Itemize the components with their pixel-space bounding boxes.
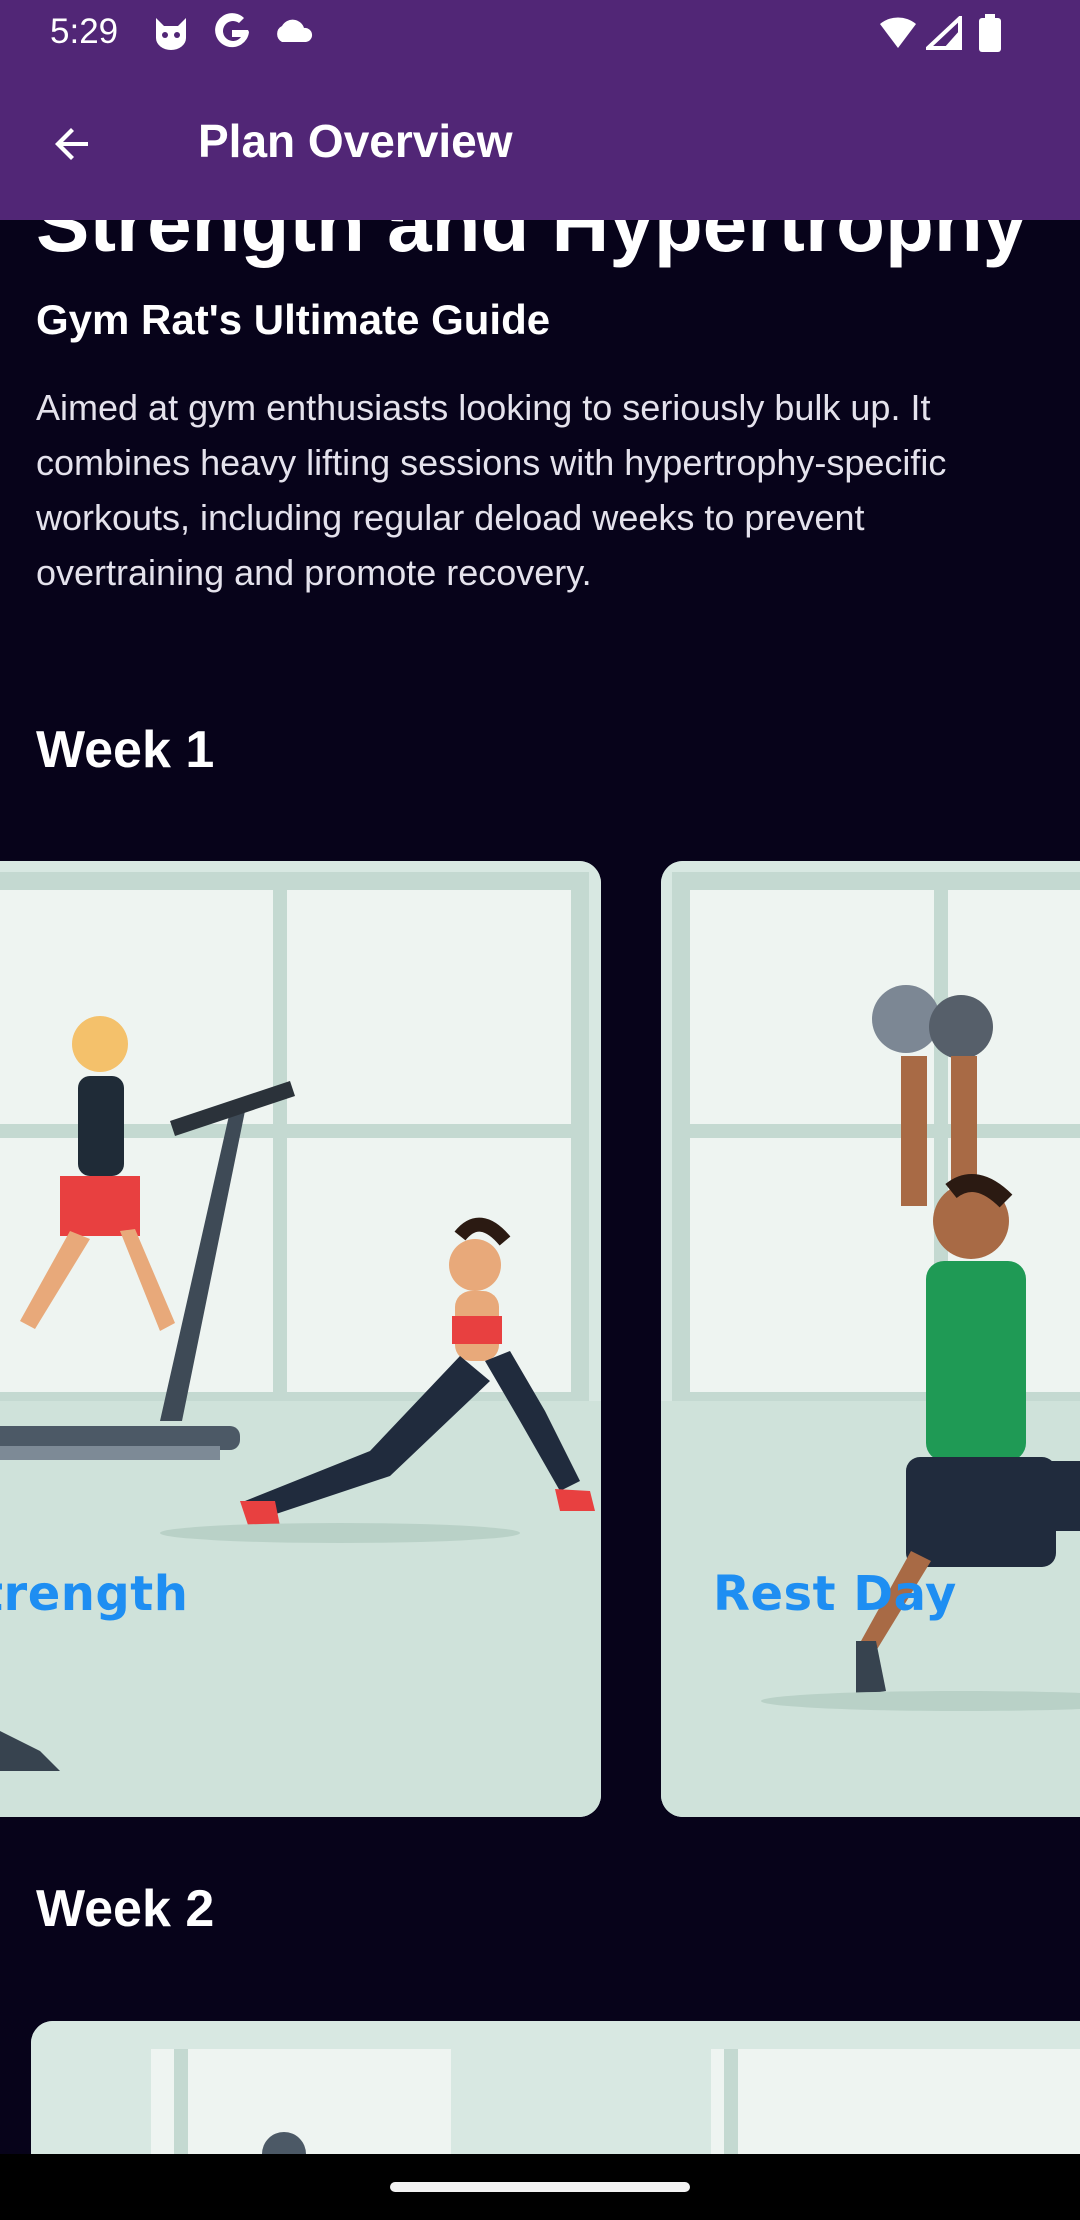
day-card-rest-day[interactable]: Rest Day	[661, 861, 1080, 1817]
day-card-strength[interactable]: Strength	[0, 861, 601, 1817]
status-bar: 5:29	[0, 0, 1080, 66]
plan-overview-content[interactable]: Strength and Hypertrophy Gym Rat's Ultim…	[0, 220, 1080, 2154]
dumbbell-lunge-illustration	[661, 861, 1080, 1817]
cat-notification-icon	[152, 14, 190, 57]
week-2-heading: Week 2	[36, 1880, 215, 1938]
app-bar: Plan Overview	[0, 66, 1080, 220]
back-button[interactable]	[30, 102, 114, 186]
day-card[interactable]	[31, 2021, 1080, 2154]
google-icon	[210, 10, 254, 59]
page-title: Plan Overview	[198, 115, 513, 167]
gym-illustration	[31, 2021, 1080, 2154]
plan-subtitle: Gym Rat's Ultimate Guide	[36, 296, 551, 343]
status-time: 5:29	[50, 12, 119, 51]
plan-description: Aimed at gym enthusiasts looking to seri…	[36, 387, 947, 593]
week-1-heading: Week 1	[36, 721, 215, 779]
day-card-label: Strength	[0, 1566, 189, 1622]
system-navigation-bar	[0, 2154, 1080, 2220]
signal-icon	[922, 13, 962, 55]
day-card-label: Rest Day	[713, 1566, 957, 1622]
wifi-icon	[878, 16, 918, 55]
home-gesture-handle[interactable]	[390, 2182, 690, 2192]
arrow-left-icon	[55, 128, 88, 160]
battery-icon	[978, 14, 1002, 57]
plan-title: Strength and Hypertrophy	[36, 220, 1028, 268]
gym-cardio-lunge-illustration	[0, 861, 601, 1817]
cloud-icon	[272, 18, 314, 49]
